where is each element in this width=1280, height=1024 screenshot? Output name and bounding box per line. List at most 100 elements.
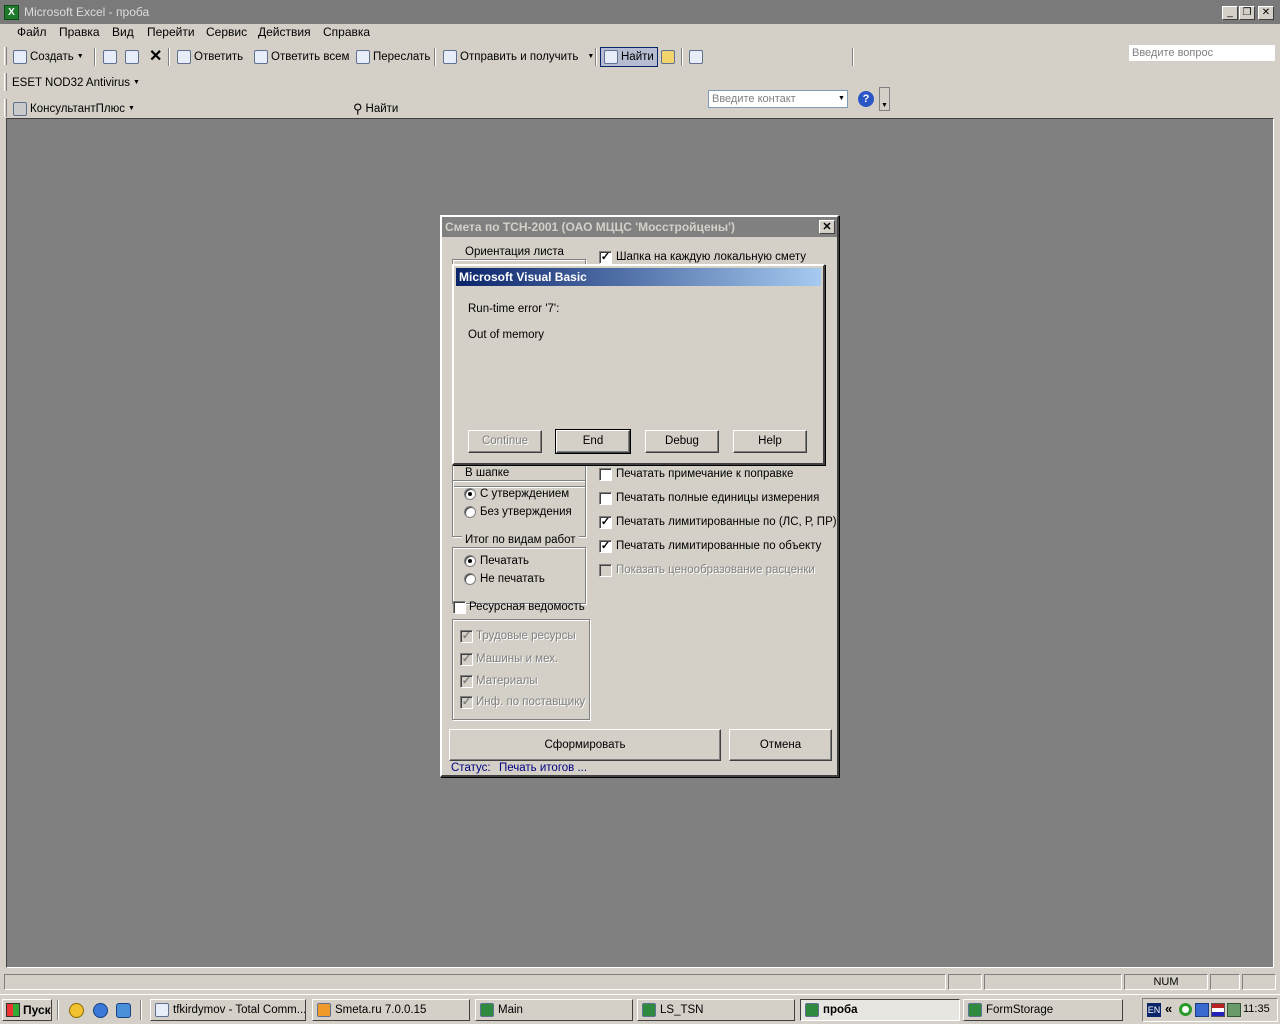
quicklaunch-clock-icon[interactable] [69,1003,84,1018]
menu-edit[interactable]: Правка [53,24,106,40]
address-book-icon [689,50,703,64]
organize-button[interactable] [658,47,678,67]
contact-input[interactable]: Введите контакт [708,90,848,108]
outlook-express-icon[interactable] [116,1003,131,1018]
generate-button[interactable]: Сформировать [449,729,721,761]
network-icon[interactable] [1227,1003,1241,1017]
eset-tray-icon[interactable] [1179,1003,1192,1016]
create-button[interactable]: Создать ▼ [10,47,87,67]
eset-menu-button[interactable]: ESET NOD32 Antivirus ▼ [9,73,143,93]
ask-question-input[interactable]: Введите вопрос [1128,44,1276,62]
machines-checkbox[interactable]: ✓ [460,653,473,666]
separator [852,48,854,66]
separator [434,48,436,66]
print-note-checkbox[interactable] [599,468,612,481]
forward-icon [356,50,370,64]
print-button[interactable] [100,47,120,67]
menu-actions[interactable]: Действия [252,24,317,40]
dropdown-arrow-icon: ▼ [128,105,135,112]
reply-all-button[interactable]: Ответить всем [251,47,352,67]
debug-button[interactable]: Debug [645,430,719,453]
consultant-find-button[interactable]: ⚲ Найти [350,99,401,119]
reply-button[interactable]: Ответить [174,47,246,67]
minimize-button[interactable]: _ [1222,6,1238,20]
task-total-commander[interactable]: tfkirdymov - Total Comm... [150,999,306,1021]
toolbar-options-chevron-icon[interactable]: ▼ [879,87,890,111]
clock[interactable]: 11:35 [1243,1003,1270,1015]
header-each-local-label: Шапка на каждую локальную смету [616,251,806,263]
supplier-info-checkbox[interactable]: ✓ [460,696,473,709]
task-proba[interactable]: проба [800,999,960,1021]
menu-help[interactable]: Справка [317,24,376,40]
end-button[interactable]: End [555,429,631,454]
header-group-label: В шапке [462,467,513,479]
menu-bar: Файл Правка Вид Перейти Сервис Действия … [0,22,1280,62]
header-without-approval-radio[interactable] [464,506,476,518]
close-button[interactable]: ✕ [1258,6,1274,20]
move-button[interactable] [122,47,142,67]
smeta-icon [317,1003,331,1017]
task-smeta[interactable]: Smeta.ru 7.0.0.15 [312,999,470,1021]
delete-button[interactable]: ✕ [146,47,165,67]
language-indicator[interactable]: EN [1147,1003,1161,1017]
menu-tools[interactable]: Сервис [200,24,253,40]
menu-go[interactable]: Перейти [141,24,201,40]
labor-checkbox[interactable]: ✓ [460,630,473,643]
flag-icon[interactable] [1211,1003,1225,1017]
reply-all-label: Ответить всем [271,51,350,63]
resource-sheet-checkbox[interactable] [453,601,466,614]
toolbar-grip[interactable] [4,73,7,91]
print-limited-lsrpr-checkbox[interactable]: ✓ [599,516,612,529]
menu-file[interactable]: Файл [11,24,53,40]
tray-expand-icon[interactable]: « [1165,1001,1172,1016]
continue-button[interactable]: Continue [468,430,542,453]
send-receive-button[interactable]: Отправить и получить ▼ [440,47,597,67]
totals-noprint-radio[interactable] [464,573,476,585]
task-main[interactable]: Main [475,999,633,1021]
print-limited-lsrpr-label: Печатать лимитированные по (ЛС, Р, ПР) [616,516,837,528]
help-icon[interactable]: ? [858,91,874,107]
toolbar-grip[interactable] [4,99,7,117]
materials-checkbox[interactable]: ✓ [460,675,473,688]
header-each-local-checkbox[interactable]: ✓ [599,251,612,264]
help-button[interactable]: Help [733,430,807,453]
print-full-units-checkbox[interactable] [599,492,612,505]
restore-button[interactable]: ❐ [1239,6,1255,20]
start-label: Пуск [23,1003,51,1017]
eset-label: ESET NOD32 Antivirus [12,77,131,89]
orientation-group-label: Ориентация листа [462,246,567,258]
task-label: tfkirdymov - Total Comm... [173,1004,306,1016]
send-receive-label: Отправить и получить [460,51,579,63]
task-ls-tsn[interactable]: LS_TSN [637,999,795,1021]
dialog-close-icon[interactable]: ✕ [819,220,835,234]
task-label: Smeta.ru 7.0.0.15 [335,1004,427,1016]
separator [681,48,683,66]
create-label: Создать [30,51,74,63]
dropdown-arrow-icon: ▼ [133,79,140,86]
internet-explorer-icon[interactable] [93,1003,108,1018]
find-button[interactable]: Найти [600,47,658,67]
task-label: проба [823,1004,858,1016]
contact-dropdown-icon[interactable]: ▼ [838,95,845,102]
forward-button[interactable]: Переслать [353,47,433,67]
header-with-approval-radio[interactable] [464,488,476,500]
address-book-button[interactable] [686,47,706,67]
excel-icon [805,1003,819,1017]
tray-app-icon[interactable] [1195,1003,1209,1017]
print-limited-object-checkbox[interactable]: ✓ [599,540,612,553]
menu-view[interactable]: Вид [106,24,140,40]
task-label: Main [498,1004,523,1016]
toolbar-grip[interactable] [4,47,7,65]
task-formstorage[interactable]: FormStorage [963,999,1123,1021]
totals-print-radio[interactable] [464,555,476,567]
excel-icon [968,1003,982,1017]
separator [595,48,597,66]
status-bar: NUM [0,970,1280,992]
dropdown-arrow-icon: ▼ [587,53,595,60]
start-button[interactable]: Пуск [2,999,52,1021]
status-cell [984,974,1122,990]
excel-icon: X [4,5,19,20]
show-pricing-checkbox[interactable] [599,564,612,577]
cancel-button[interactable]: Отмена [729,729,832,761]
consultant-menu-button[interactable]: КонсультантПлюс ▼ [10,99,138,119]
